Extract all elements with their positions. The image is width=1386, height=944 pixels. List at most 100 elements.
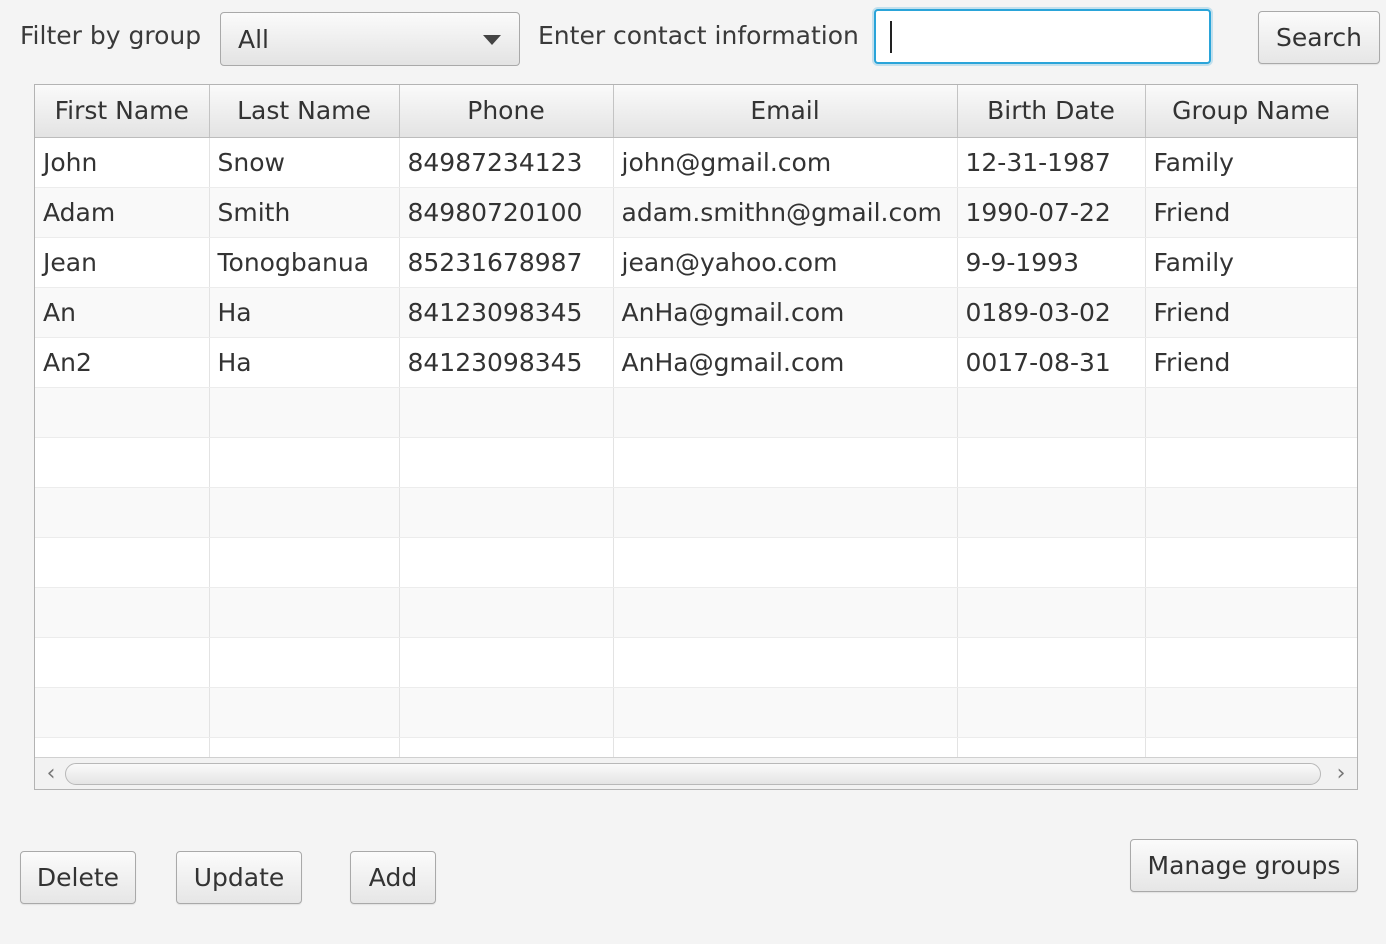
table-row[interactable]: Jean Tonogbanua 85231678987 jean@yahoo.com 9… xyxy=(35,237,1357,288)
update-button[interactable]: Update xyxy=(176,851,302,904)
empty-cell xyxy=(1145,437,1357,488)
column-header[interactable]: First Name xyxy=(35,85,210,138)
table-cell: 85231678987 xyxy=(399,237,614,288)
column-header[interactable]: Last Name xyxy=(209,85,400,138)
group-filter-value: All xyxy=(238,24,269,54)
add-button[interactable]: Add xyxy=(350,851,436,904)
empty-cell xyxy=(209,687,400,738)
empty-cell xyxy=(613,537,958,588)
empty-cell xyxy=(957,387,1146,438)
table-header-row: First Name Last Name Phone Email Birth Date G… xyxy=(35,85,1357,138)
empty-cell xyxy=(613,637,958,688)
empty-cell xyxy=(1145,587,1357,638)
empty-cell xyxy=(399,487,614,538)
column-header[interactable]: Email xyxy=(613,85,958,138)
column-header[interactable]: Phone xyxy=(399,85,614,138)
table-row[interactable]: An2 Ha 84123098345 AnHa@gmail.com 0017-08-31… xyxy=(35,337,1357,388)
horizontal-scrollbar[interactable]: ‹ › xyxy=(35,757,1357,789)
search-button[interactable]: Search xyxy=(1258,11,1380,64)
column-header[interactable]: Group Name xyxy=(1145,85,1357,138)
empty-cell xyxy=(399,437,614,488)
empty-cell xyxy=(1145,537,1357,588)
chevron-right-icon[interactable]: › xyxy=(1329,762,1353,786)
table-cell: 9-9-1993 xyxy=(957,237,1146,288)
table-cell: Friend xyxy=(1145,187,1357,238)
table-cell: Ha xyxy=(209,287,400,338)
empty-cell xyxy=(35,587,210,638)
empty-cell xyxy=(399,537,614,588)
table-cell: 12-31-1987 xyxy=(957,137,1146,188)
table-row[interactable]: An Ha 84123098345 AnHa@gmail.com 0189-03-02 F… xyxy=(35,287,1357,338)
empty-cell xyxy=(399,687,614,738)
table-cell: Jean xyxy=(35,237,210,288)
delete-button[interactable]: Delete xyxy=(20,851,136,904)
empty-table-row xyxy=(35,537,1357,588)
table-cell: adam.smithn@gmail.com xyxy=(613,187,958,238)
empty-cell xyxy=(957,637,1146,688)
empty-cell xyxy=(209,387,400,438)
search-label: Enter contact information xyxy=(538,21,859,50)
empty-cell xyxy=(399,637,614,688)
table-cell: Tonogbanua xyxy=(209,237,400,288)
empty-table-row xyxy=(35,387,1357,438)
empty-cell xyxy=(209,637,400,688)
empty-table-row xyxy=(35,587,1357,638)
empty-cell xyxy=(35,687,210,738)
empty-table-row xyxy=(35,487,1357,538)
empty-cell xyxy=(613,587,958,638)
empty-cell xyxy=(209,487,400,538)
group-filter-select[interactable]: All xyxy=(220,12,520,66)
empty-cell xyxy=(1145,687,1357,738)
table-cell: 0017-08-31 xyxy=(957,337,1146,388)
table-cell: jean@yahoo.com xyxy=(613,237,958,288)
empty-cell xyxy=(613,687,958,738)
empty-cell xyxy=(399,387,614,438)
empty-cell xyxy=(35,487,210,538)
search-input[interactable] xyxy=(874,9,1211,64)
table-row[interactable]: Adam Smith 84980720100 adam.smithn@gmail.co… xyxy=(35,187,1357,238)
empty-cell xyxy=(35,637,210,688)
chevron-left-icon[interactable]: ‹ xyxy=(39,762,63,786)
table-cell: Family xyxy=(1145,237,1357,288)
filter-label: Filter by group xyxy=(20,21,202,50)
table-cell: AnHa@gmail.com xyxy=(613,287,958,338)
column-header[interactable]: Birth Date xyxy=(957,85,1146,138)
chevron-down-icon xyxy=(483,35,501,45)
empty-cell xyxy=(1145,387,1357,438)
table-cell: john@gmail.com xyxy=(613,137,958,188)
table-cell: John xyxy=(35,137,210,188)
table-cell: 0189-03-02 xyxy=(957,287,1146,338)
empty-cell xyxy=(209,437,400,488)
table-cell: Family xyxy=(1145,137,1357,188)
empty-table-row xyxy=(35,687,1357,738)
manage-groups-button[interactable]: Manage groups xyxy=(1130,839,1358,892)
empty-cell xyxy=(613,387,958,438)
table-cell: Friend xyxy=(1145,337,1357,388)
table-cell: Snow xyxy=(209,137,400,188)
empty-table-row xyxy=(35,437,1357,488)
table-cell: Ha xyxy=(209,337,400,388)
table-cell: An xyxy=(35,287,210,338)
table-row[interactable]: John Snow 84987234123 john@gmail.com 12-31-1… xyxy=(35,137,1357,188)
empty-table-row xyxy=(35,637,1357,688)
scrollbar-thumb[interactable] xyxy=(65,763,1321,785)
empty-cell xyxy=(957,587,1146,638)
empty-cell xyxy=(1145,487,1357,538)
empty-cell xyxy=(209,587,400,638)
table-cell: An2 xyxy=(35,337,210,388)
empty-cell xyxy=(957,437,1146,488)
table-cell: 84123098345 xyxy=(399,337,614,388)
table-cell: Smith xyxy=(209,187,400,238)
table-cell: 84987234123 xyxy=(399,137,614,188)
table-cell: 1990-07-22 xyxy=(957,187,1146,238)
empty-cell xyxy=(35,387,210,438)
empty-cell xyxy=(957,687,1146,738)
contacts-table[interactable]: First Name Last Name Phone Email Birth Date G… xyxy=(34,84,1358,790)
empty-cell xyxy=(35,437,210,488)
empty-cell xyxy=(613,437,958,488)
table-cell: 84980720100 xyxy=(399,187,614,238)
empty-cell xyxy=(35,537,210,588)
table-cell: 84123098345 xyxy=(399,287,614,338)
empty-cell xyxy=(613,487,958,538)
empty-cell xyxy=(209,537,400,588)
